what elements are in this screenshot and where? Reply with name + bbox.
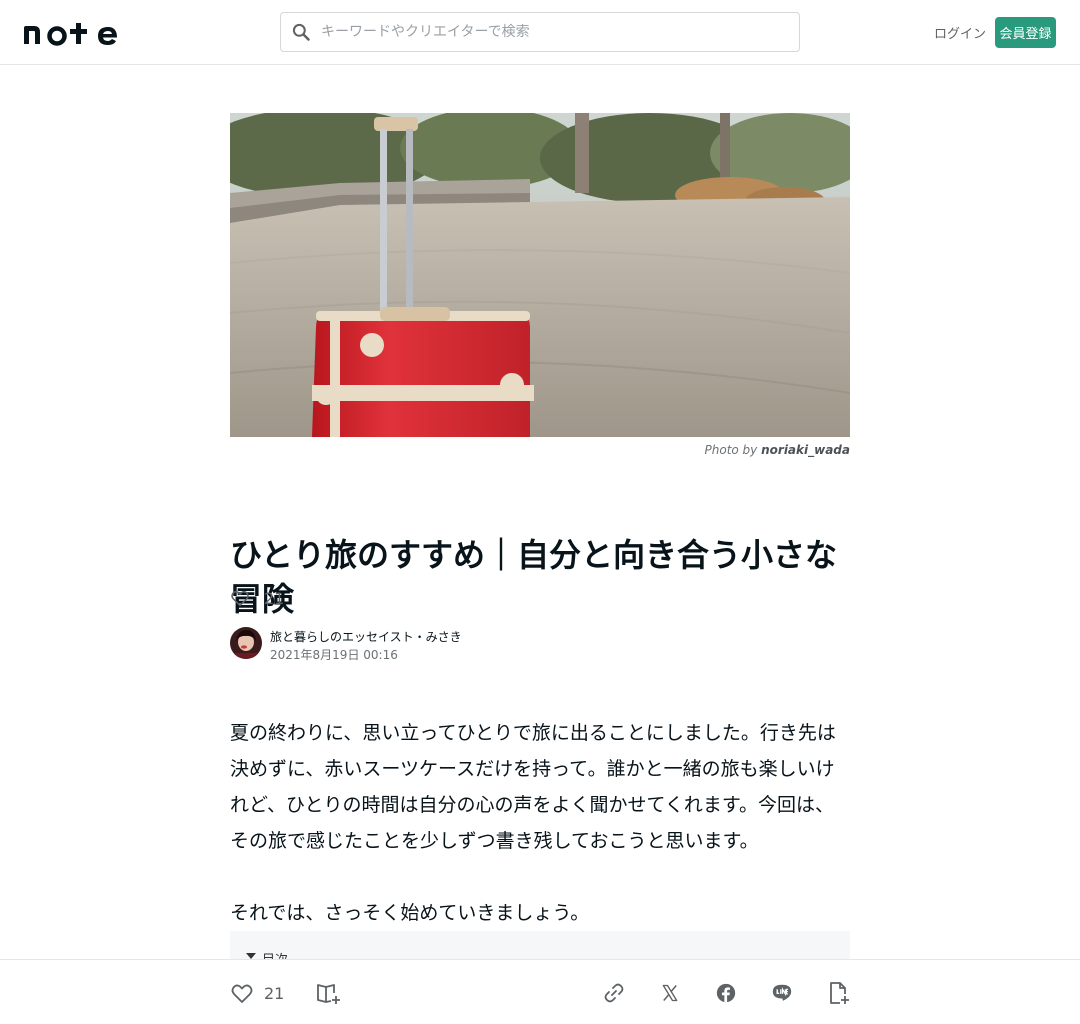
search-box[interactable] (280, 12, 800, 52)
share-facebook-button[interactable] (713, 980, 739, 1006)
signup-button[interactable]: 会員登録 (995, 17, 1056, 48)
share-line-button[interactable] (769, 980, 795, 1006)
heart-icon[interactable] (230, 588, 250, 608)
photo-credit: Photo by noriaki_wada (705, 443, 850, 457)
login-link[interactable]: ログイン (934, 23, 986, 42)
author-name[interactable]: 旅と暮らしのエッセイスト・みさき (270, 628, 462, 645)
line-icon (772, 984, 792, 1001)
photo-credit-prefix: Photo by (704, 443, 758, 457)
facebook-icon (716, 983, 736, 1003)
article-title: ひとり旅のすすめ｜自分と向き合う小さな冒険 (230, 536, 838, 618)
like-count: 21 (264, 983, 285, 1003)
like-button[interactable]: 21 (230, 980, 284, 1006)
body-paragraph: それでは、さっそく始めていきましょう。 (230, 902, 590, 924)
site-header: ログイン 会員登録 (0, 0, 1080, 65)
like-count: 21 (264, 588, 285, 608)
magazine-add-icon[interactable] (315, 980, 341, 1006)
like-summary[interactable]: 21 (230, 586, 284, 610)
share-x-button[interactable] (657, 980, 683, 1006)
link-icon (604, 983, 624, 1003)
search-icon (292, 23, 310, 41)
note-add-icon (830, 982, 849, 1004)
author-block[interactable]: 旅と暮らしのエッセイスト・みさき 2021年8月19日 00:16 (230, 627, 850, 663)
add-to-note-button[interactable] (825, 980, 851, 1006)
search-input[interactable] (321, 13, 791, 51)
post-date: 2021年8月19日 00:16 (270, 648, 398, 662)
body-paragraph: 夏の終わりに、思い立ってひとりで旅に出ることにしました。行き先は決めずに、赤いス… (230, 722, 836, 852)
photo-credit-author[interactable]: noriaki_wada (761, 443, 850, 457)
hero-image (230, 113, 850, 437)
avatar[interactable] (230, 627, 262, 659)
article-body: 夏の終わりに、思い立ってひとりで旅に出ることにしました。行き先は決めずに、赤いス… (230, 715, 850, 967)
copy-link-button[interactable] (601, 980, 627, 1006)
bottom-action-bar: 21 (0, 959, 1080, 1024)
x-icon (662, 984, 678, 1002)
note-logo[interactable] (24, 18, 124, 46)
heart-icon[interactable] (230, 981, 254, 1005)
